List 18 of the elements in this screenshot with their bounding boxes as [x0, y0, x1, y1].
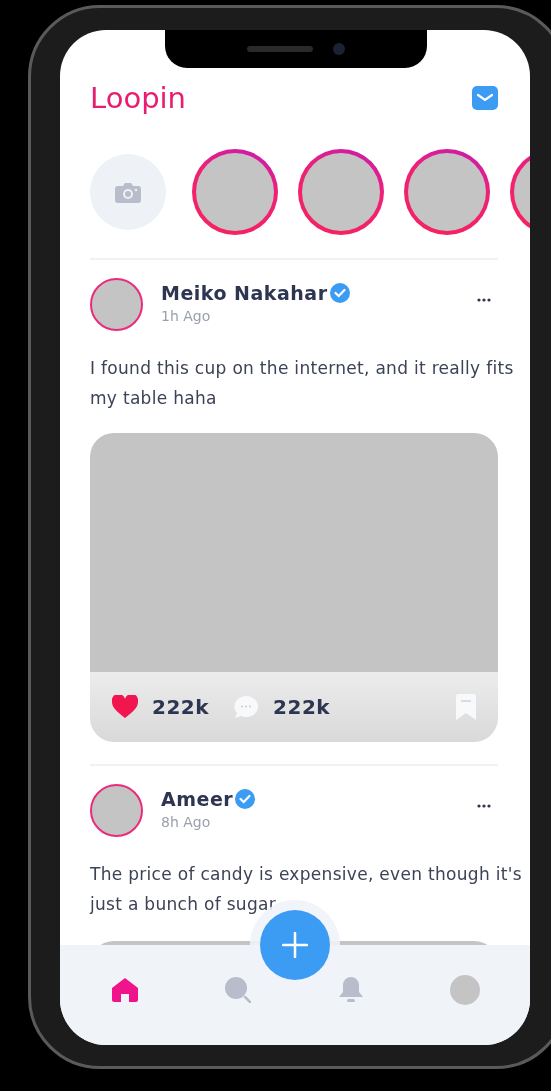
post-time: 8h Ago [161, 814, 212, 830]
camera-icon [115, 181, 141, 203]
app-title: Loopin [90, 81, 186, 115]
author-name[interactable]: Ameer [161, 788, 234, 810]
mail-icon[interactable] [472, 86, 498, 110]
comment-count: 222k [273, 695, 331, 719]
like-count: 222k [152, 695, 210, 719]
plus-icon [282, 932, 308, 958]
post-text: The price of candy is expensive, even though it's just a bunch of sugar [90, 863, 523, 916]
heart-icon[interactable] [112, 695, 138, 719]
more-icon[interactable] [477, 298, 491, 302]
more-icon[interactable] [477, 804, 491, 808]
home-icon[interactable] [112, 978, 138, 1002]
post-time: 1h Ago [161, 308, 212, 324]
post-text: I found this cup on the internet, and it really fits my table haha [90, 357, 515, 410]
author-name[interactable]: Meiko Nakahar [161, 282, 328, 304]
user-avatar[interactable] [90, 278, 143, 331]
user-avatar[interactable] [90, 784, 143, 837]
